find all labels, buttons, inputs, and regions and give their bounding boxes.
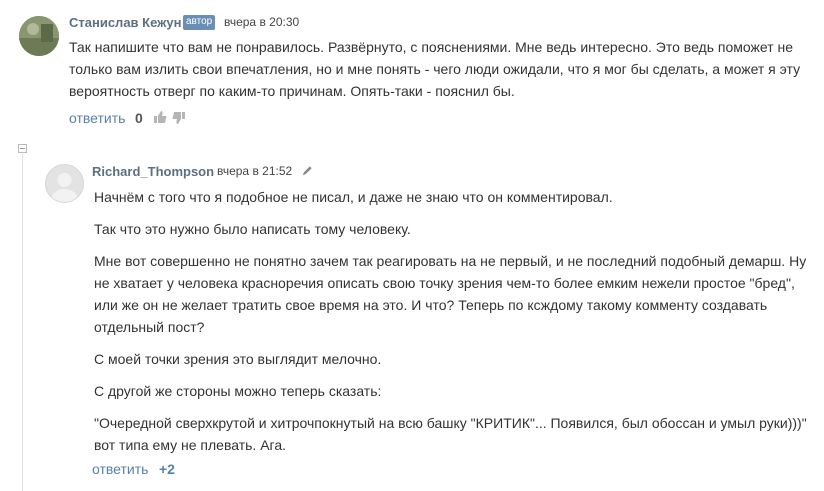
thumb-down-icon[interactable]	[172, 111, 186, 125]
comment-author[interactable]: Станислав Кежун	[69, 15, 181, 30]
pencil-icon[interactable]	[302, 165, 313, 176]
comment-paragraph: С другой же стороны можно теперь сказать…	[94, 383, 382, 399]
comment-score: +2	[159, 461, 175, 477]
comment-time[interactable]: вчера в 21:52	[217, 164, 292, 178]
thumb-up-icon[interactable]	[153, 110, 167, 124]
reply-button[interactable]: ответить	[69, 110, 125, 126]
comment-paragraph: Так напишите что вам не понравилось. Раз…	[69, 39, 801, 99]
comment-author[interactable]: Richard_Thompson	[92, 164, 214, 179]
comment-paragraph: С моей точки зрения это выглядит мелочно…	[94, 351, 382, 367]
comment-paragraph: Так что это нужно было написать тому чел…	[94, 221, 411, 237]
avatar[interactable]	[19, 16, 59, 56]
avatar[interactable]	[45, 164, 84, 203]
comment-time[interactable]: вчера в 20:30	[224, 15, 299, 29]
collapse-thread-icon[interactable]	[18, 144, 27, 153]
avatar-photo	[19, 16, 59, 56]
reply-button[interactable]: ответить	[92, 461, 148, 477]
default-avatar-icon	[51, 173, 78, 202]
comment-body: Начнём с того что я подобное не писал, и…	[94, 186, 809, 456]
comment-paragraph: "Очередной сверхкрутой и хитрочпокнутый …	[94, 415, 807, 453]
comment-paragraph: Мне вот совершенно не понятно зачем так …	[94, 253, 807, 335]
comment-score: 0	[135, 110, 143, 126]
comment-paragraph: Начнём с того что я подобное не писал, и…	[94, 189, 613, 205]
comment-body: Так напишите что вам не понравилось. Раз…	[69, 36, 804, 102]
thread-line	[22, 154, 23, 491]
author-badge: автор	[183, 15, 216, 30]
